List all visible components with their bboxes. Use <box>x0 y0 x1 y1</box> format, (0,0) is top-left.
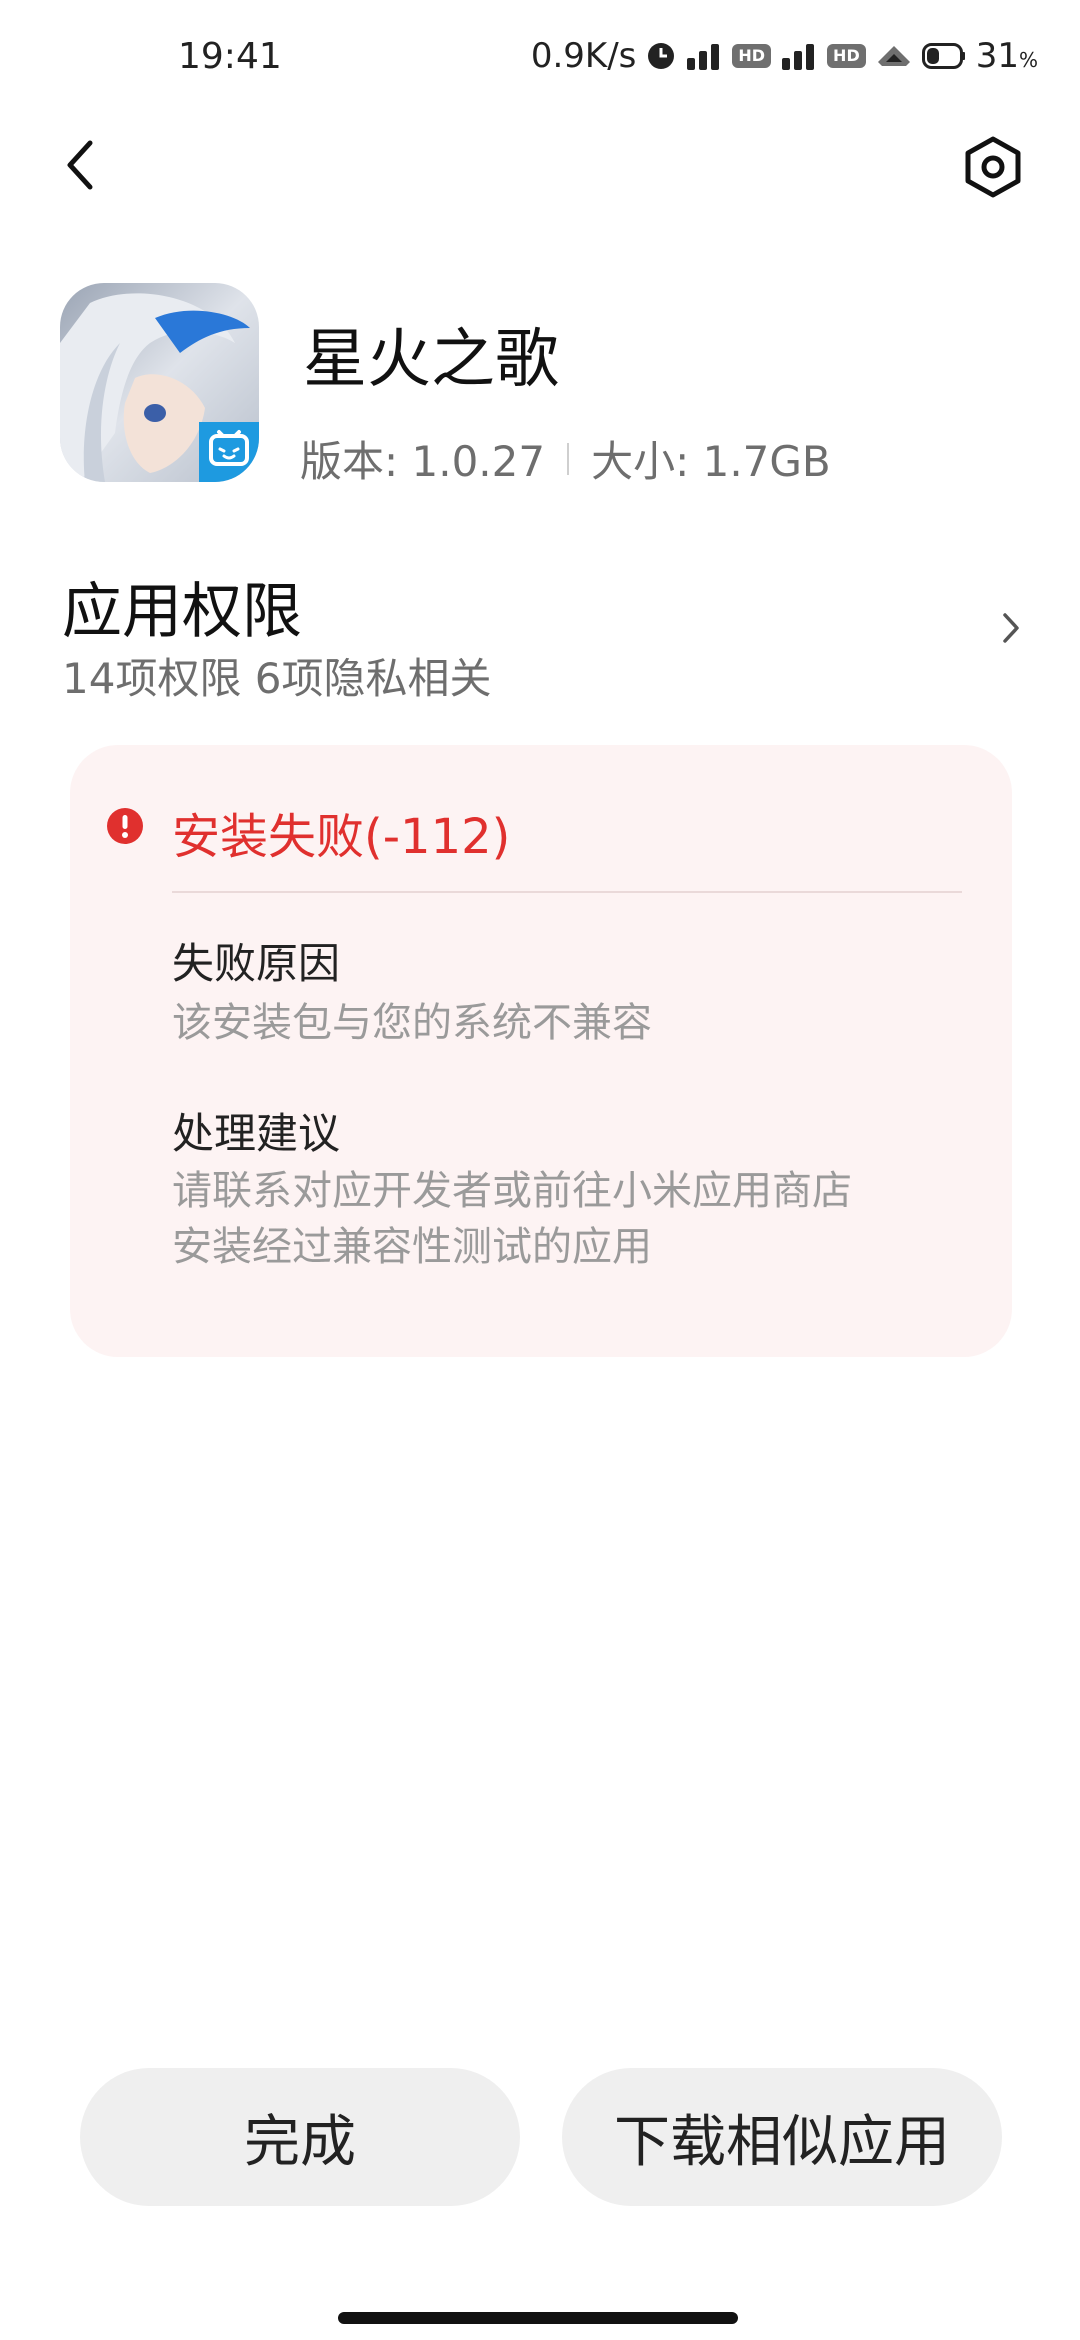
install-error-card: 安装失败(-112) 失败原因 该安装包与您的系统不兼容 处理建议 请联系对应开… <box>70 745 1012 1357</box>
signal-icon-2 <box>781 42 817 70</box>
app-name: 星火之歌 <box>303 323 559 397</box>
error-title: 安装失败(-112) <box>172 809 511 865</box>
wifi-icon <box>876 42 912 70</box>
permissions-title: 应用权限 <box>62 577 302 647</box>
download-similar-apps-button[interactable]: 下载相似应用 <box>562 2068 1002 2206</box>
error-alert-icon <box>107 808 143 844</box>
advice-text-line1: 请联系对应开发者或前往小米应用商店 <box>172 1168 852 1214</box>
battery-level: 31% <box>975 36 1038 76</box>
advice-label: 处理建议 <box>172 1109 341 1158</box>
failure-reason-label: 失败原因 <box>172 939 341 988</box>
network-speed: 0.9K/s <box>530 36 637 76</box>
advice-text-line2: 安装经过兼容性测试的应用 <box>172 1224 652 1270</box>
status-time: 19:41 <box>178 36 282 77</box>
hd-badge-2: HD <box>827 44 866 68</box>
failure-reason-text: 该安装包与您的系统不兼容 <box>172 1000 652 1046</box>
app-size: 大小: 1.7GB <box>591 437 831 486</box>
app-icon <box>60 283 259 482</box>
meta-divider <box>567 442 570 475</box>
hd-badge-1: HD <box>732 44 772 68</box>
chevron-left-icon <box>67 140 93 190</box>
battery-icon <box>921 43 966 69</box>
signal-icon-1 <box>686 42 722 70</box>
clock-icon <box>646 41 676 71</box>
status-icons: 0.9K/s HD HD 31% <box>531 36 1038 76</box>
settings-button[interactable] <box>958 132 1028 202</box>
home-indicator[interactable] <box>338 2312 738 2324</box>
install-result-page: 19:41 0.9K/s HD HD 31% 星火之歌 版本: 1.0.27 大… <box>0 0 1080 2340</box>
back-button[interactable] <box>50 130 110 200</box>
permissions-summary: 14项权限 6项隐私相关 <box>62 654 492 703</box>
error-divider <box>172 891 962 893</box>
settings-hexagon-icon <box>965 136 1021 198</box>
app-version: 版本: 1.0.27 <box>300 437 546 486</box>
app-permissions-row[interactable]: 应用权限 14项权限 6项隐私相关 <box>0 545 1080 705</box>
done-button[interactable]: 完成 <box>80 2068 520 2206</box>
chevron-right-icon <box>996 603 1026 653</box>
app-meta: 版本: 1.0.27 大小: 1.7GB <box>300 428 831 489</box>
status-bar: 19:41 0.9K/s HD HD 31% <box>0 0 1080 120</box>
